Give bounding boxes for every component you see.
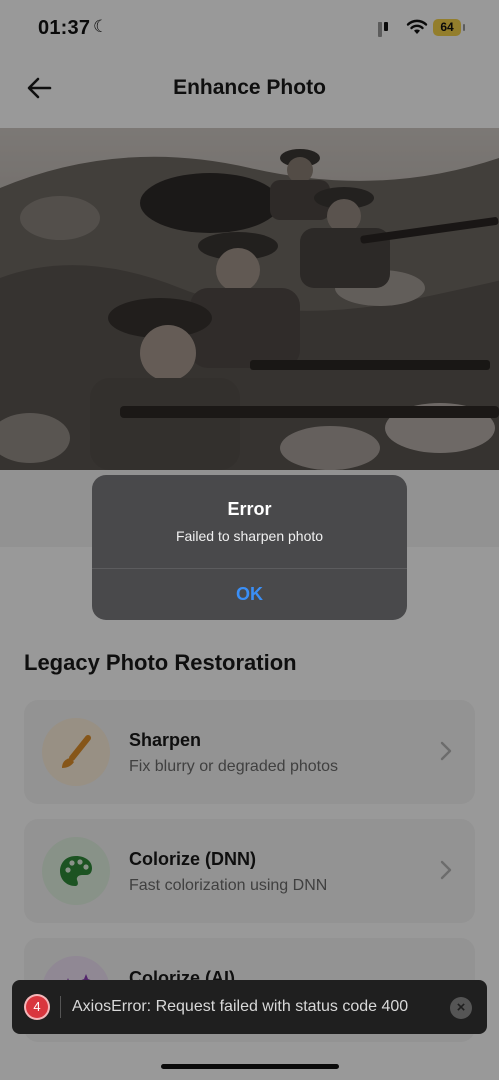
ok-button[interactable]: OK: [92, 569, 407, 620]
error-alert: Error Failed to sharpen photo OK: [92, 475, 407, 620]
error-count-badge: 4: [26, 996, 48, 1018]
toast-message: AxiosError: Request failed with status c…: [72, 998, 409, 1015]
close-icon[interactable]: ×: [450, 997, 472, 1019]
alert-message: Failed to sharpen photo: [175, 528, 324, 544]
alert-title: Error: [227, 499, 272, 519]
toast-divider: [60, 996, 61, 1018]
error-toast[interactable]: 4 AxiosError: Request failed with status…: [12, 980, 487, 1034]
